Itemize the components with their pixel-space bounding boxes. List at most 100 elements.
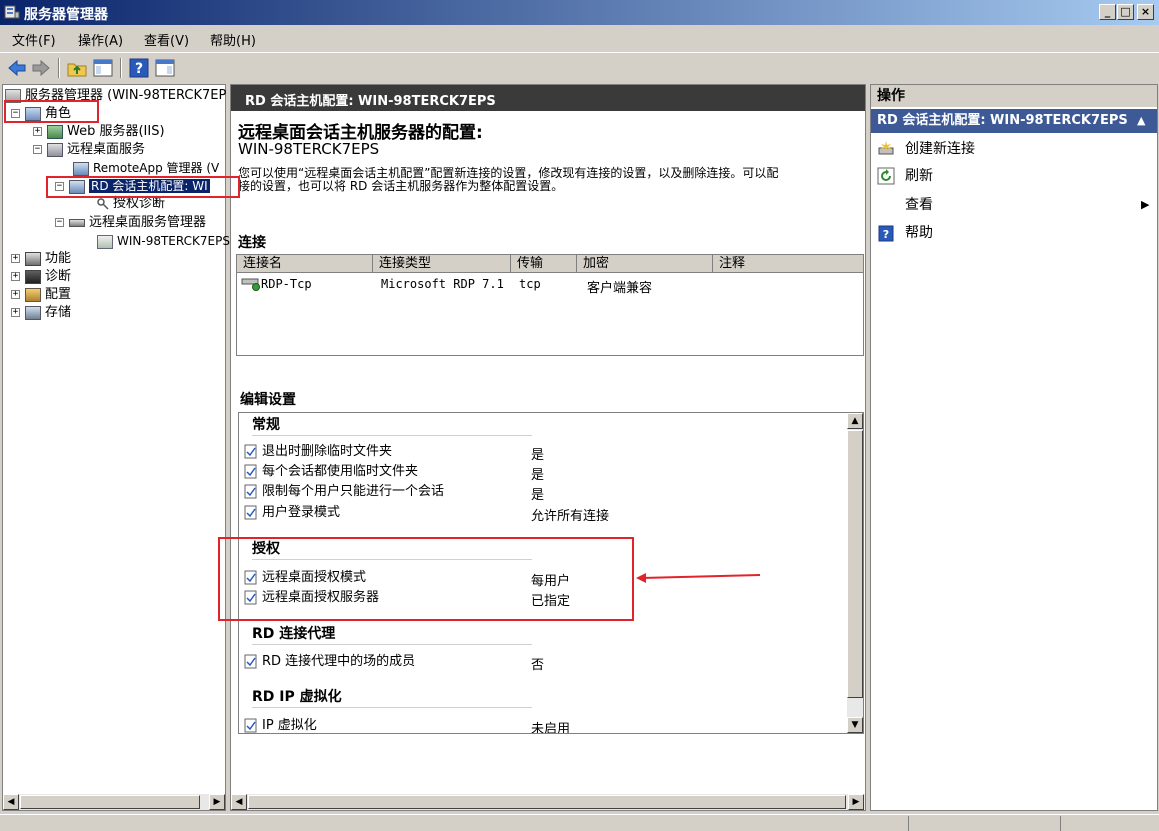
tree-item-diagnostics[interactable]: + 诊断 bbox=[11, 268, 71, 286]
action-label: 创建新连接 bbox=[905, 141, 975, 157]
action-label: 帮助 bbox=[905, 225, 933, 241]
setting-page-icon bbox=[244, 484, 258, 499]
scroll-left-button[interactable]: ◀ bbox=[231, 794, 247, 810]
tree-horizontal-scrollbar[interactable]: ◀ ▶ bbox=[3, 794, 225, 810]
expand-toggle[interactable]: + bbox=[11, 254, 20, 263]
up-folder-icon[interactable] bbox=[66, 57, 88, 79]
action-label: 刷新 bbox=[905, 168, 933, 184]
collapse-toggle[interactable]: − bbox=[55, 218, 64, 227]
help-icon: ? bbox=[877, 224, 895, 242]
scroll-thumb[interactable] bbox=[20, 795, 200, 809]
setting-row[interactable]: 每个会话都使用临时文件夹 bbox=[244, 462, 418, 482]
collapse-up-icon[interactable]: ▲ bbox=[1137, 109, 1145, 133]
scroll-right-button[interactable]: ▶ bbox=[209, 794, 225, 810]
refresh-icon bbox=[877, 167, 895, 185]
tree-item-configuration[interactable]: + 配置 bbox=[11, 286, 71, 304]
setting-row[interactable]: IP 虚拟化 bbox=[244, 716, 317, 733]
rds-manager-icon bbox=[69, 218, 85, 227]
tree-item-rds-manager[interactable]: − 远程桌面服务管理器 bbox=[55, 214, 206, 232]
menu-help[interactable]: 帮助(H) bbox=[210, 30, 256, 49]
edit-settings-title: 编辑设置 bbox=[240, 392, 296, 408]
annotation-arrow bbox=[636, 573, 761, 583]
expand-toggle[interactable]: + bbox=[11, 308, 20, 317]
setting-value: 是 bbox=[531, 468, 545, 483]
collapse-toggle[interactable]: − bbox=[33, 145, 42, 154]
description-line-2: 接的设置，也可以将 RD 会话主机服务器作为整体配置设置。 bbox=[238, 179, 564, 193]
setting-row[interactable]: 退出时删除临时文件夹 bbox=[244, 442, 392, 462]
scroll-down-button[interactable]: ▼ bbox=[847, 717, 863, 733]
rds-icon bbox=[47, 142, 63, 157]
action-refresh[interactable]: 刷新 bbox=[877, 165, 933, 187]
menu-file[interactable]: 文件(F) bbox=[12, 30, 56, 49]
tree-item-remoteapp-manager[interactable]: RemoteApp 管理器 (V bbox=[73, 159, 219, 177]
tree-item-web-server[interactable]: + Web 服务器(IIS) bbox=[33, 123, 165, 141]
annotation-box-roles bbox=[4, 100, 99, 123]
actions-pane-title: 操作 bbox=[871, 85, 1157, 107]
diagnostics-icon bbox=[25, 269, 41, 284]
tree-label: 功能 bbox=[45, 251, 72, 266]
scroll-left-button[interactable]: ◀ bbox=[3, 794, 19, 810]
key-icon bbox=[97, 197, 109, 211]
setting-value: 是 bbox=[531, 488, 545, 503]
tree-item-server-node[interactable]: WIN-98TERCK7EPS bbox=[97, 232, 230, 250]
tree-item-storage[interactable]: + 存储 bbox=[11, 304, 71, 322]
svg-text:?: ? bbox=[883, 228, 889, 241]
configuration-icon bbox=[25, 287, 41, 302]
setting-page-icon bbox=[244, 444, 258, 459]
scroll-thumb[interactable] bbox=[847, 430, 863, 698]
storage-icon bbox=[25, 305, 41, 320]
expand-toggle[interactable]: + bbox=[11, 290, 20, 299]
group-title-general: 常规 bbox=[252, 417, 280, 433]
expand-toggle[interactable]: + bbox=[33, 127, 42, 136]
back-arrow-icon[interactable] bbox=[6, 57, 28, 79]
column-header-transport[interactable]: 传输 bbox=[511, 255, 577, 273]
minimize-button[interactable]: _ bbox=[1099, 4, 1116, 20]
setting-row[interactable]: 限制每个用户只能进行一个会话 bbox=[244, 482, 444, 502]
group-title-broker: RD 连接代理 bbox=[252, 626, 336, 642]
forward-arrow-icon[interactable] bbox=[30, 57, 52, 79]
setting-row[interactable]: RD 连接代理中的场的成员 bbox=[244, 652, 415, 672]
setting-value: 未启用 bbox=[531, 722, 571, 734]
scroll-right-button[interactable]: ▶ bbox=[848, 794, 864, 810]
column-header-comment[interactable]: 注释 bbox=[713, 255, 863, 273]
remoteapp-icon bbox=[73, 161, 89, 176]
show-hide-action-pane-icon[interactable] bbox=[154, 57, 176, 79]
table-row[interactable]: RDP-Tcp Microsoft RDP 7.1 tcp 客户端兼容 bbox=[241, 275, 861, 296]
connections-list[interactable]: 连接名 连接类型 传输 加密 注释 RDP-Tcp Microsoft RDP … bbox=[236, 254, 864, 356]
actions-section-header[interactable]: RD 会话主机配置: WIN-98TERCK7EPS ▲ bbox=[871, 109, 1157, 133]
maximize-button[interactable]: □ bbox=[1117, 4, 1134, 20]
help-icon[interactable]: ? bbox=[128, 57, 150, 79]
status-divider bbox=[1060, 816, 1061, 831]
annotation-box-rdsh-config bbox=[46, 176, 240, 198]
scroll-up-button[interactable]: ▲ bbox=[847, 413, 863, 429]
menu-action[interactable]: 操作(A) bbox=[78, 30, 123, 49]
setting-row[interactable]: 用户登录模式 bbox=[244, 503, 340, 523]
menu-view[interactable]: 查看(V) bbox=[144, 30, 189, 49]
setting-page-icon bbox=[244, 654, 258, 669]
connection-transport-cell: tcp bbox=[519, 277, 541, 291]
group-divider bbox=[252, 435, 532, 436]
action-help[interactable]: ? 帮助 bbox=[877, 222, 933, 244]
setting-label: RD 连接代理中的场的成员 bbox=[262, 654, 416, 669]
action-view[interactable]: 查看 ▶ bbox=[877, 194, 1153, 216]
tree-item-remote-desktop-services[interactable]: − 远程桌面服务 bbox=[33, 141, 145, 159]
action-create-new-connection[interactable]: 创建新连接 bbox=[877, 138, 975, 160]
column-header-name[interactable]: 连接名 bbox=[237, 255, 373, 273]
setting-value: 否 bbox=[531, 658, 545, 673]
result-horizontal-scrollbar[interactable]: ◀ ▶ bbox=[231, 794, 865, 810]
column-header-type[interactable]: 连接类型 bbox=[373, 255, 511, 273]
tree-item-features[interactable]: + 功能 bbox=[11, 250, 71, 268]
setting-label: 每个会话都使用临时文件夹 bbox=[262, 464, 419, 479]
scroll-thumb[interactable] bbox=[248, 795, 846, 809]
close-button[interactable]: × bbox=[1137, 4, 1154, 20]
group-divider bbox=[252, 644, 532, 645]
svg-text:?: ? bbox=[135, 61, 143, 77]
tree-label: WIN-98TERCK7EPS bbox=[117, 234, 230, 248]
settings-vertical-scrollbar[interactable]: ▲ ▼ bbox=[847, 413, 863, 733]
expand-toggle[interactable]: + bbox=[11, 272, 20, 281]
submenu-arrow-icon: ▶ bbox=[1141, 198, 1150, 211]
server-name: WIN-98TERCK7EPS bbox=[238, 140, 380, 158]
show-hide-tree-icon[interactable] bbox=[92, 57, 114, 79]
features-icon bbox=[25, 251, 41, 266]
column-header-encryption[interactable]: 加密 bbox=[577, 255, 713, 273]
